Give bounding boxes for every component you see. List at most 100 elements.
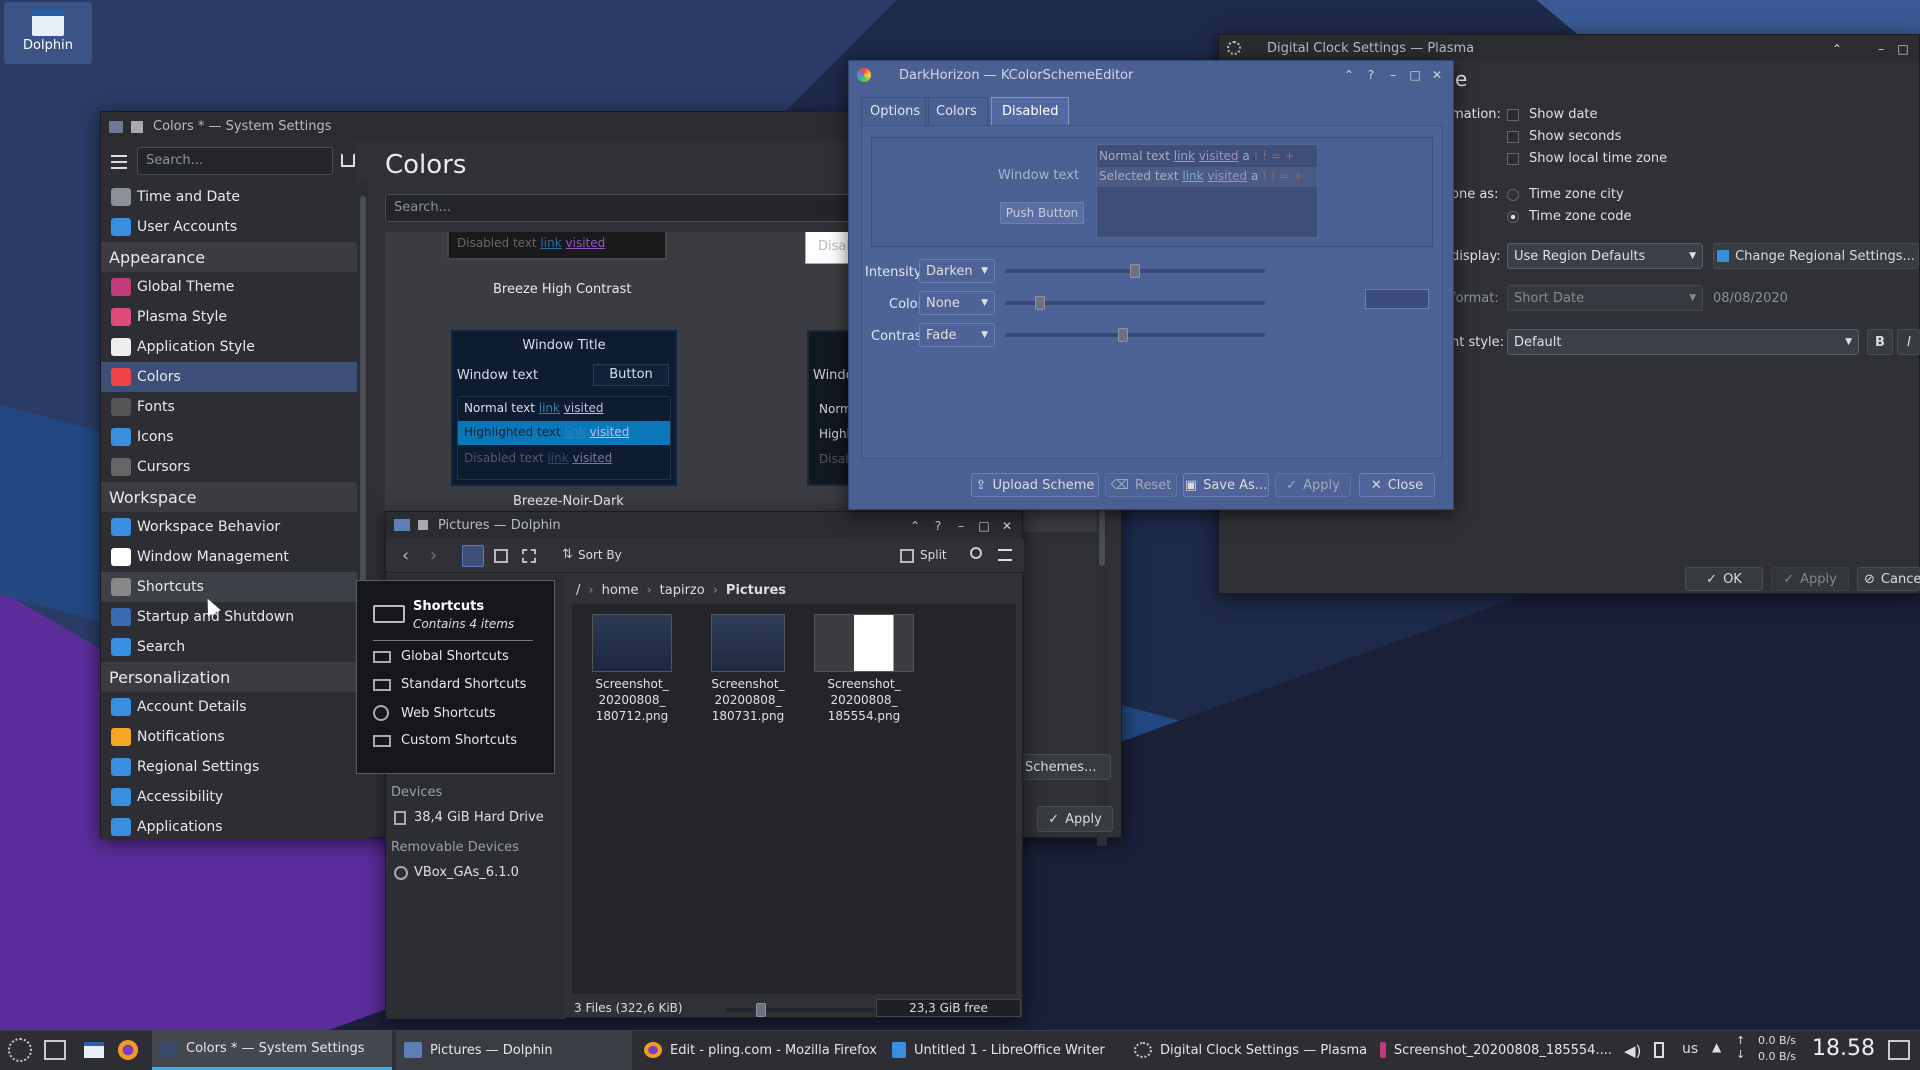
breadcrumb-home[interactable]: home (602, 583, 639, 598)
hamburger-icon[interactable] (111, 155, 127, 169)
keep-above-icon[interactable]: ⌃ (1341, 67, 1357, 83)
sidebar-item-application-style[interactable]: Application Style (101, 332, 357, 362)
hard-drive-item[interactable]: 38,4 GiB Hard Drive (394, 810, 544, 825)
volume-icon[interactable]: ◀) (1624, 1042, 1641, 1060)
breadcrumb-user[interactable]: tapirzo (660, 583, 705, 598)
font-style-select[interactable]: Default ▼ (1507, 329, 1859, 355)
sidebar-item-user-accounts[interactable]: User Accounts (101, 212, 357, 242)
maximize-icon[interactable]: □ (976, 518, 992, 534)
intensity-slider-knob[interactable] (1130, 264, 1140, 278)
cancel-button[interactable]: ⊘ Cancel (1857, 567, 1920, 591)
task-firefox[interactable]: Edit - pling.com - Mozilla Firefox (636, 1030, 882, 1070)
taskbar-clock[interactable]: 18.58 (1812, 1036, 1875, 1061)
minimize-icon[interactable]: – (1873, 41, 1889, 57)
search-icon[interactable] (970, 547, 982, 559)
italic-button[interactable]: I (1897, 329, 1920, 355)
keyboard-layout[interactable]: us (1682, 1041, 1698, 1057)
maximize-icon[interactable]: □ (1895, 41, 1911, 57)
icons-view-icon[interactable] (462, 545, 484, 567)
content-scrollbar[interactable] (1097, 510, 1107, 846)
sort-by-label[interactable]: Sort By (578, 548, 622, 562)
help-icon[interactable]: ? (1363, 67, 1379, 83)
minimize-icon[interactable]: – (1385, 67, 1401, 83)
sidebar-item-window-management[interactable]: Window Management (101, 542, 357, 572)
bold-button[interactable]: B (1867, 329, 1893, 355)
change-regional-button[interactable]: Change Regional Settings... (1713, 243, 1919, 269)
intensity-select[interactable]: Darken ▼ (919, 259, 995, 283)
zoom-slider-knob[interactable] (756, 1003, 766, 1017)
close-button[interactable]: ✕ Close (1359, 473, 1435, 497)
sidebar-item-search[interactable]: Search (101, 632, 357, 662)
contrast-select[interactable]: Fade ▼ (919, 323, 995, 347)
sidebar-item-global-theme[interactable]: Global Theme (101, 272, 357, 302)
display-select[interactable]: Use Region Defaults ▼ (1507, 243, 1703, 269)
show-seconds-checkbox[interactable]: Show seconds (1507, 129, 1621, 144)
show-local-tz-checkbox[interactable]: Show local time zone (1507, 151, 1667, 166)
close-icon[interactable]: ✕ (1429, 67, 1445, 83)
back-icon[interactable]: ‹ (402, 545, 409, 566)
sidebar-item-account-details[interactable]: Account Details (101, 692, 357, 722)
sidebar-item-fonts[interactable]: Fonts (101, 392, 357, 422)
zoom-slider[interactable] (726, 1003, 876, 1017)
format-select[interactable]: Short Date ▼ (1507, 285, 1703, 311)
split-icon[interactable] (900, 549, 914, 563)
upload-scheme-button[interactable]: ⇪ Upload Scheme (971, 473, 1099, 497)
peek-desktop-icon[interactable] (1888, 1040, 1910, 1060)
close-icon[interactable]: ✕ (999, 518, 1015, 534)
sidebar-item-accessibility[interactable]: Accessibility (101, 782, 357, 812)
sidebar-item-applications[interactable]: Applications (101, 812, 357, 839)
task-libreoffice[interactable]: Untitled 1 - LibreOffice Writer (884, 1030, 1124, 1070)
tz-code-radio[interactable]: Time zone code (1507, 209, 1631, 224)
save-as-button[interactable]: ▣ Save As... (1183, 473, 1269, 497)
tab-options[interactable]: Options (861, 97, 930, 125)
keep-above-icon[interactable]: ⌃ (907, 518, 923, 534)
compact-view-icon[interactable] (522, 549, 536, 563)
color-slider-knob[interactable] (1035, 296, 1045, 310)
task-dolphin[interactable]: Pictures — Dolphin (396, 1030, 632, 1070)
color-swatch[interactable] (1365, 289, 1429, 309)
tab-colors[interactable]: Colors (925, 97, 988, 125)
battery-icon[interactable] (1654, 1042, 1664, 1058)
sidebar-item-workspace-behavior[interactable]: Workspace Behavior (101, 512, 357, 542)
sidebar-item-cursors[interactable]: Cursors (101, 452, 357, 482)
task-system-settings[interactable]: Colors * — System Settings (152, 1030, 392, 1070)
contrast-slider[interactable] (1005, 328, 1265, 342)
sidebar-search-input[interactable]: Search... (137, 147, 333, 175)
sidebar-item-time-and-date[interactable]: Time and Date (101, 182, 357, 212)
file-item[interactable]: Screenshot_ 20200808_ 180731.png (698, 614, 798, 724)
sidebar-item-startup-and-shutdown[interactable]: Startup and Shutdown (101, 602, 357, 632)
contrast-slider-knob[interactable] (1117, 328, 1128, 342)
sort-icon[interactable]: ⇅ (562, 547, 573, 562)
keep-above-icon[interactable]: ⌃ (1829, 41, 1845, 57)
breadcrumb-root[interactable]: / (576, 583, 580, 598)
removable-item[interactable]: VBox_GAs_6.1.0 (394, 865, 519, 880)
sidebar-item-notifications[interactable]: Notifications (101, 722, 357, 752)
apply-button[interactable]: ✓ Apply (1037, 806, 1113, 832)
hamburger-menu-icon[interactable] (998, 549, 1012, 561)
firefox-launcher-icon[interactable] (118, 1040, 138, 1060)
color-select[interactable]: None ▼ (919, 291, 995, 315)
show-date-checkbox[interactable]: Show date (1507, 107, 1598, 122)
file-item[interactable]: Screenshot_ 20200808_ 185554.png (814, 614, 914, 724)
color-slider[interactable] (1005, 296, 1265, 310)
desktop-icon-dolphin[interactable]: Dolphin (4, 2, 92, 64)
home-icon[interactable] (341, 153, 355, 167)
sidebar-item-regional-settings[interactable]: Regional Settings (101, 752, 357, 782)
forward-icon[interactable]: › (430, 545, 437, 566)
file-item[interactable]: Screenshot_ 20200808_ 180712.png (582, 614, 682, 724)
tz-city-radio[interactable]: Time zone city (1507, 187, 1624, 202)
maximize-icon[interactable]: □ (1407, 67, 1423, 83)
help-icon[interactable]: ? (930, 518, 946, 534)
sidebar-item-shortcuts[interactable]: Shortcuts (101, 572, 357, 602)
sidebar-item-colors[interactable]: Colors (101, 362, 357, 392)
task-screenshot[interactable]: Screenshot_20200808_185554.... (1372, 1030, 1612, 1070)
intensity-slider[interactable] (1005, 264, 1265, 278)
show-desktop-icon[interactable] (44, 1040, 66, 1060)
breadcrumb-current[interactable]: Pictures (726, 583, 786, 598)
tray-expand-icon[interactable]: ▲ (1712, 1040, 1721, 1054)
split-label[interactable]: Split (920, 548, 947, 562)
dolphin-launcher-icon[interactable] (84, 1042, 104, 1058)
task-clock-settings[interactable]: Digital Clock Settings — Plasma (1126, 1030, 1370, 1070)
sidebar-item-plasma-style[interactable]: Plasma Style (101, 302, 357, 332)
minimize-icon[interactable]: – (953, 518, 969, 534)
